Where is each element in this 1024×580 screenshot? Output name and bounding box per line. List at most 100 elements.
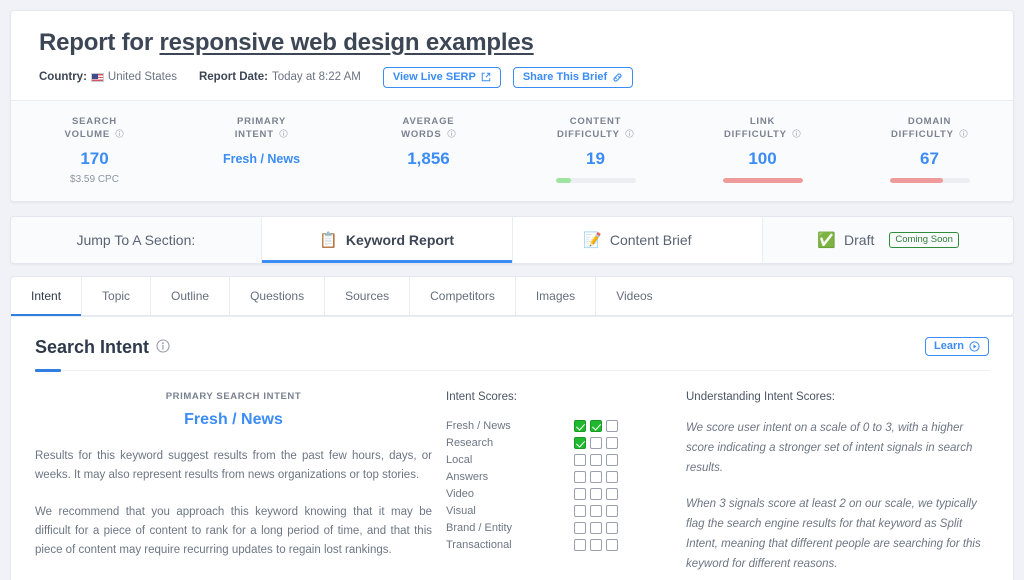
understanding-heading: Understanding Intent Scores: [686, 391, 835, 404]
tab-sources[interactable]: Sources [325, 277, 411, 316]
metric-label-line2: VOLUME [64, 129, 110, 141]
score-checkbox-empty [574, 487, 586, 500]
understanding-intent-column: Understanding Intent Scores: We score us… [680, 391, 989, 580]
coming-soon-badge: Coming Soon [889, 232, 959, 248]
report-date-value: Today at 8:22 AM [271, 71, 361, 84]
info-icon[interactable] [279, 129, 288, 143]
intent-score-label: Visual [446, 504, 476, 517]
score-checkbox-empty [606, 487, 618, 500]
tab-label: Videos [616, 289, 653, 304]
intent-scores-list: Fresh / News Research Local Answers Video Vis… [446, 417, 680, 553]
intent-score-boxes [574, 504, 618, 517]
report-header-card: Report for responsive web design example… [10, 10, 1014, 203]
score-checkbox-empty [590, 521, 602, 534]
keyword-report-tabs: Intent Topic Outline Questions Sources C… [11, 277, 1013, 317]
tab-label: Competitors [430, 289, 495, 304]
metric-label: DOMAIN DIFFICULTY [852, 115, 1007, 144]
metric-link-difficulty: LINK DIFFICULTY 100 [679, 115, 846, 186]
intent-score-row: Visual [446, 502, 680, 519]
info-icon[interactable] [115, 129, 125, 143]
info-icon[interactable] [447, 129, 456, 143]
score-checkbox-empty [574, 470, 586, 483]
intent-score-label: Local [446, 453, 473, 466]
score-checkbox-empty [606, 419, 618, 432]
primary-search-intent-value: Fresh / News [184, 411, 283, 429]
metric-label: CONTENT DIFFICULTY [518, 115, 673, 144]
tab-label: Outline [171, 289, 210, 304]
memo-icon: 📝 [583, 231, 602, 249]
section-tab-content-brief[interactable]: 📝 Content Brief [512, 217, 764, 264]
info-icon[interactable] [156, 337, 170, 358]
tab-images[interactable]: Images [516, 277, 597, 316]
report-header-top: Report for responsive web design example… [11, 11, 1013, 100]
metric-sub: $3.59 CPC [70, 174, 119, 186]
intent-score-row: Local [446, 451, 680, 468]
view-live-serp-button[interactable]: View Live SERP [382, 66, 501, 88]
intent-score-boxes [574, 419, 618, 432]
intent-paragraph-2: We recommend that you approach this keyw… [35, 506, 432, 556]
tab-label: Intent [31, 289, 62, 304]
score-checkbox-empty [590, 504, 602, 517]
metric-label-line2: INTENT [234, 129, 274, 141]
page-root: Report for responsive web design example… [0, 0, 1024, 580]
jump-to-section-label: Jump To A Section: [11, 217, 262, 264]
metric-value: 19 [586, 149, 605, 169]
info-icon[interactable] [959, 129, 968, 143]
metric-content-difficulty: CONTENT DIFFICULTY 19 [512, 115, 679, 186]
section-heading: Search Intent [35, 337, 170, 358]
understanding-paragraph-1: We score user intent on a scale of 0 to … [686, 422, 973, 475]
metric-value: 67 [920, 149, 939, 169]
country-meta: Country: United States [39, 71, 177, 83]
score-checkbox-empty [574, 521, 586, 534]
primary-search-intent-label: PRIMARY SEARCH INTENT [165, 391, 302, 403]
intent-score-boxes [574, 453, 618, 466]
section-tab-label: Content Brief [609, 232, 692, 249]
metric-label: PRIMARY INTENT [184, 115, 339, 144]
score-checkbox-empty [606, 521, 618, 534]
share-this-brief-label: Share This Brief [522, 70, 608, 83]
share-this-brief-button[interactable]: Share This Brief [512, 66, 634, 88]
learn-button[interactable]: Learn [925, 337, 989, 357]
score-checkbox-empty [606, 470, 618, 483]
intent-paragraph-1: Results for this keyword suggest results… [35, 450, 432, 482]
tab-questions[interactable]: Questions [230, 277, 326, 316]
difficulty-bar [889, 178, 970, 184]
info-icon[interactable] [625, 129, 634, 143]
tab-intent[interactable]: Intent [11, 277, 83, 317]
check-box-icon: ✅ [817, 231, 837, 249]
search-intent-header: Search Intent Learn [35, 337, 989, 358]
tab-videos[interactable]: Videos [596, 277, 672, 315]
tab-competitors[interactable]: Competitors [410, 277, 516, 316]
intent-score-label: Answers [446, 470, 489, 483]
metric-label-line2: DIFFICULTY [891, 129, 954, 141]
score-checkbox-empty [590, 538, 602, 551]
score-checkbox-checked [590, 419, 602, 432]
intent-score-label: Video [446, 487, 474, 500]
metric-label-line1: CONTENT [569, 115, 622, 127]
report-title-prefix: Report for [39, 29, 160, 56]
score-checkbox-empty [574, 538, 586, 551]
metric-label-line2: DIFFICULTY [557, 129, 620, 141]
intent-score-row: Brand / Entity [446, 519, 680, 536]
tab-topic[interactable]: Topic [82, 277, 152, 316]
intent-score-row: Answers [446, 468, 680, 485]
intent-score-boxes [574, 521, 618, 534]
section-tab-keyword-report[interactable]: 📋 Keyword Report [261, 217, 513, 264]
jump-to-section-text: Jump To A Section: [76, 232, 196, 249]
country-value: United States [107, 71, 177, 84]
intent-score-label: Brand / Entity [446, 521, 513, 534]
tab-label: Questions [250, 289, 305, 304]
score-checkbox-checked [574, 419, 586, 432]
info-icon[interactable] [792, 129, 801, 143]
section-tab-draft[interactable]: ✅ Draft Coming Soon [763, 217, 1013, 263]
metric-label-line2: DIFFICULTY [724, 129, 787, 141]
intent-score-boxes [574, 436, 618, 449]
us-flag-icon [90, 72, 104, 82]
tab-outline[interactable]: Outline [151, 277, 231, 316]
intent-score-label: Transactional [446, 538, 512, 551]
country-label: Country: [39, 71, 87, 84]
section-jump-nav: Jump To A Section: 📋 Keyword Report 📝 Co… [10, 216, 1014, 265]
score-checkbox-empty [606, 504, 618, 517]
score-checkbox-empty [606, 436, 618, 449]
section-tab-label: Draft [844, 232, 875, 249]
